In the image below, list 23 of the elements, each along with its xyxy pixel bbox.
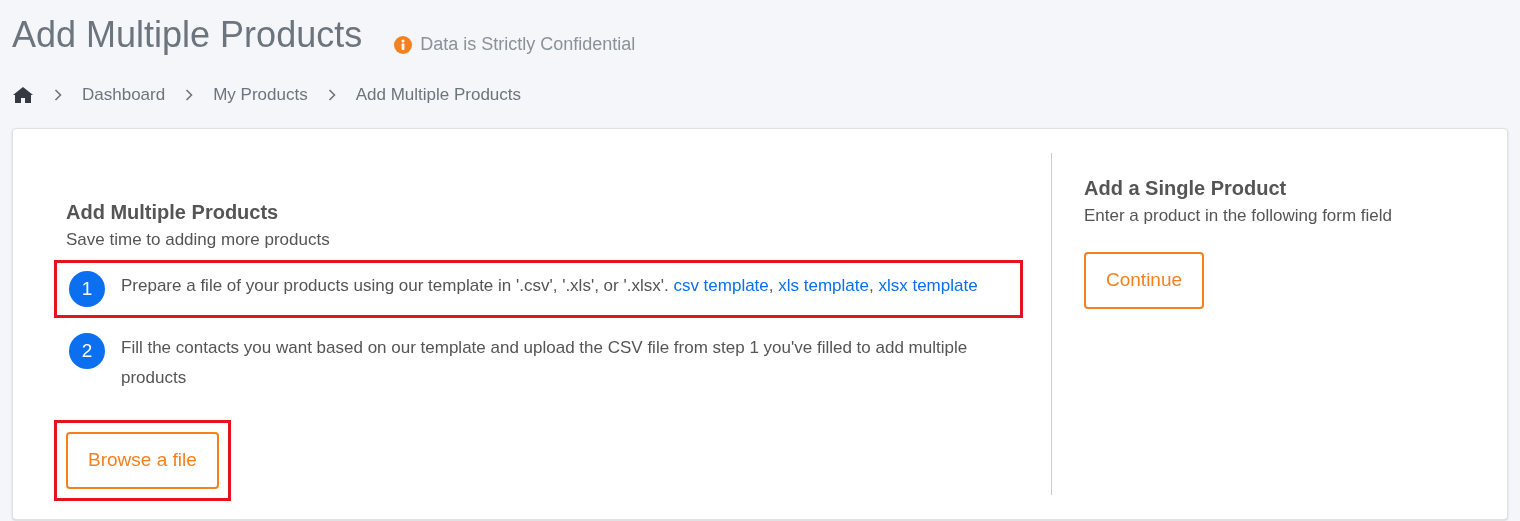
home-icon[interactable] xyxy=(12,85,34,104)
page-title: Add Multiple Products xyxy=(12,13,363,57)
continue-button[interactable]: Continue xyxy=(1084,252,1205,309)
chevron-icon xyxy=(185,88,194,101)
template-link[interactable]: csv template xyxy=(673,276,769,295)
breadcrumb-link[interactable]: Add Multiple Products xyxy=(355,82,522,108)
step-number: 1 xyxy=(69,271,105,307)
step-text: Prepare a file of your products using our template in '.csv', '.xls', or '.xlsx'. csv template, xls template, xlsx template xyxy=(121,275,978,297)
step-number: 2 xyxy=(69,333,105,369)
section-subtitle: Save time to adding more products xyxy=(66,228,331,251)
section-subtitle: Enter a product in the following form field xyxy=(1084,204,1393,227)
chevron-icon xyxy=(54,88,62,101)
breadcrumb-link[interactable]: Dashboard xyxy=(82,82,166,108)
template-link[interactable]: xlsx template xyxy=(878,276,978,295)
template-link[interactable]: xls template xyxy=(778,276,869,295)
info-icon xyxy=(394,35,413,54)
breadcrumb-link[interactable]: My Products xyxy=(213,82,308,108)
notice-text: Data is Strictly Confidential xyxy=(420,33,636,56)
section-title: Add a Single Product xyxy=(1084,175,1288,201)
chevron-icon xyxy=(327,88,336,101)
browse-button[interactable]: Browse a file xyxy=(66,432,219,489)
step-text: Fill the contacts you want based on our template and upload the CSV file from step 1 you've filled to add multiple products xyxy=(121,337,969,389)
section-title: Add Multiple Products xyxy=(66,199,280,225)
